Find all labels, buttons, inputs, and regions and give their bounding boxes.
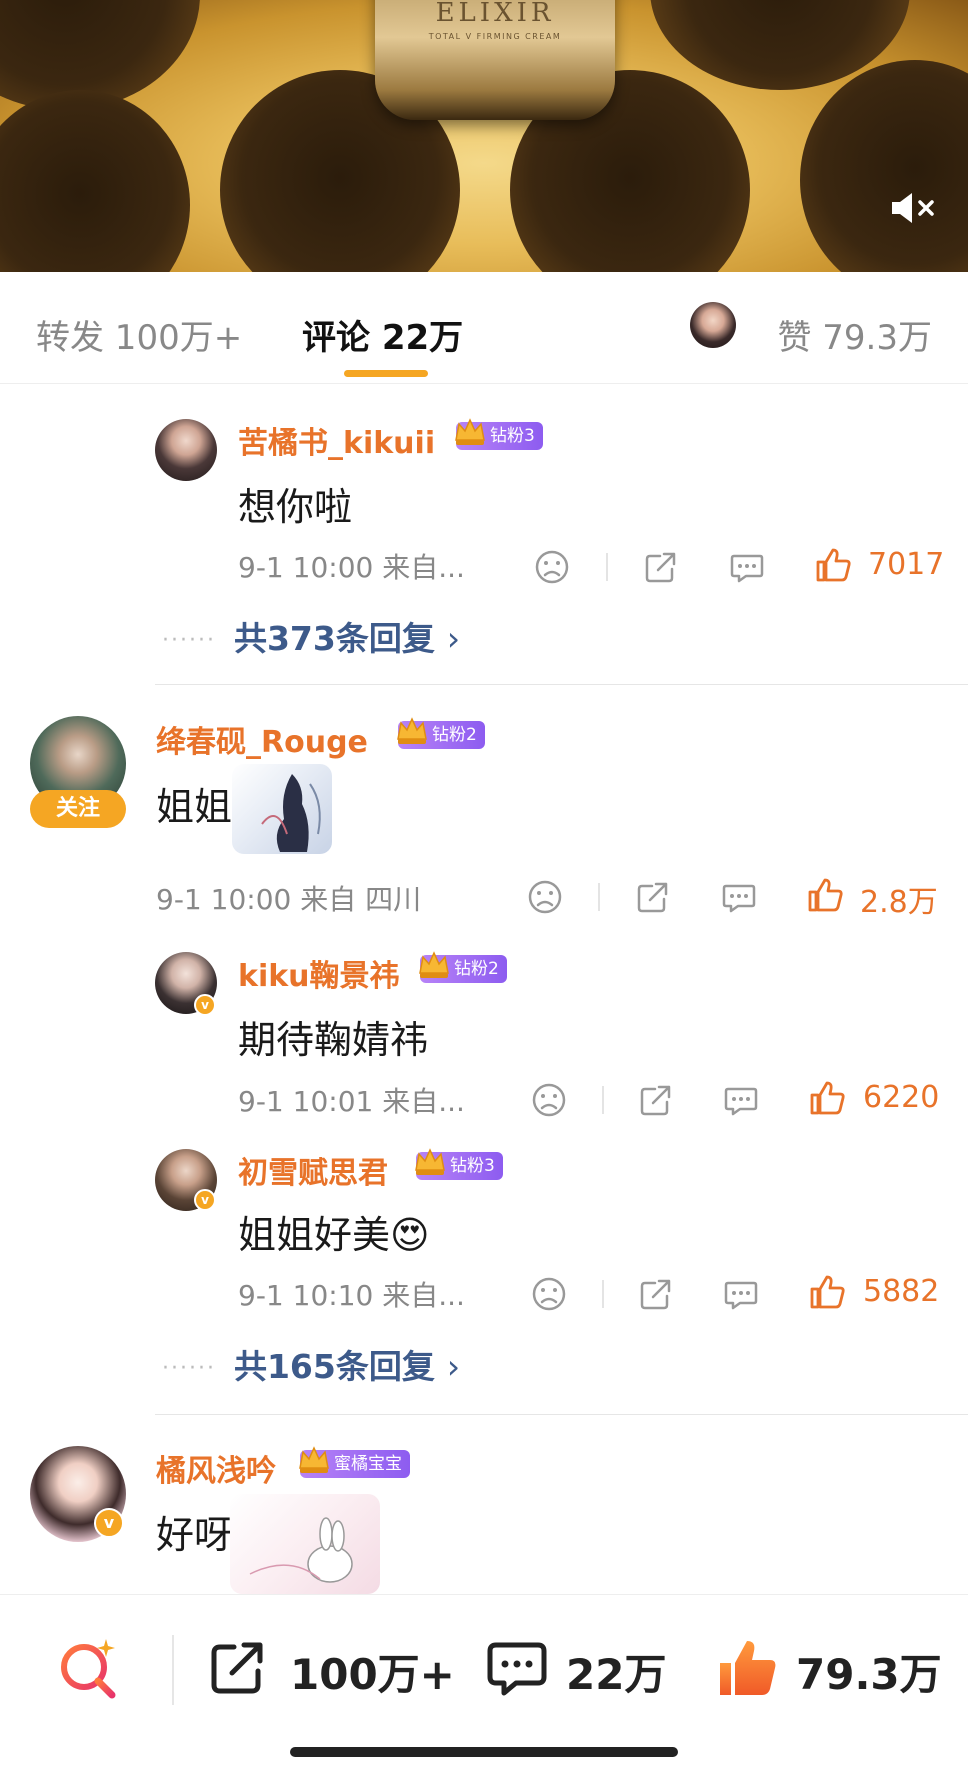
like-icon[interactable] [814, 546, 852, 584]
chevron-right-icon: › [446, 1347, 461, 1386]
tab-repost[interactable]: 转发 100万+ [36, 310, 242, 359]
more-replies-link[interactable]: ······ 共165条回复 › [162, 1340, 460, 1388]
fan-badge: 蜜橘宝宝 [299, 1446, 410, 1478]
repost-count[interactable]: 100万+ [290, 1641, 455, 1702]
comment-icon[interactable] [486, 1637, 548, 1699]
dislike-face-icon[interactable] [530, 1275, 568, 1313]
fan-badge: 钻粉3 [455, 418, 543, 450]
separator [155, 684, 968, 685]
sticker-image [230, 1494, 380, 1594]
thread-dots: ······ [162, 1356, 216, 1381]
tab-likes[interactable]: 赞 79.3万 [777, 310, 932, 359]
chevron-right-icon: › [446, 619, 461, 658]
active-tab-indicator [344, 370, 428, 377]
more-replies-label: 共165条回复 [233, 1347, 435, 1386]
comment-icon[interactable] [720, 878, 758, 916]
dislike-face-icon[interactable] [530, 1081, 568, 1119]
share-icon[interactable] [634, 878, 672, 916]
comment-text: 想你啦 [238, 485, 353, 529]
liker-avatar [690, 302, 736, 348]
fan-badge: 钻粉2 [419, 951, 507, 983]
share-icon[interactable] [642, 548, 680, 586]
comment-author[interactable]: 绛春砚_Rouge [156, 717, 368, 761]
comment-author[interactable]: 初雪赋思君 [238, 1148, 388, 1192]
divider [602, 1280, 604, 1308]
separator [155, 1414, 968, 1415]
dislike-face-icon[interactable] [533, 548, 571, 586]
fan-badge-label: 钻粉2 [432, 725, 477, 745]
tab-bar: 转发 100万+ 评论 22万 赞 79.3万 [0, 272, 968, 384]
repost-icon[interactable] [206, 1637, 268, 1699]
more-replies-link[interactable]: ······ 共373条回复 › [162, 612, 460, 660]
fan-badge-label: 钻粉3 [450, 1156, 495, 1176]
comment-icon[interactable] [722, 1275, 760, 1313]
divider [172, 1635, 174, 1705]
bokeh-circle [800, 60, 968, 272]
fan-badge-label: 蜜橘宝宝 [334, 1454, 402, 1474]
mute-icon[interactable] [890, 190, 940, 226]
share-icon[interactable] [637, 1081, 675, 1119]
divider [606, 553, 608, 581]
comment-text: 姐姐 [156, 785, 233, 829]
tab-comments[interactable]: 评论 22万 [302, 310, 463, 359]
like-icon[interactable] [808, 1273, 846, 1311]
bottom-action-bar: 100万+ 22万 79.3万 [0, 1594, 968, 1773]
divider [602, 1086, 604, 1114]
heart-eyes-emoji: 😍 [390, 1213, 430, 1257]
fan-badge-label: 钻粉3 [490, 426, 535, 446]
like-count[interactable]: 79.3万 [796, 1641, 942, 1702]
comment-text-body: 姐姐好美 [238, 1213, 391, 1257]
avatar[interactable] [155, 419, 217, 481]
comment-meta: 9-1 10:00 来自... [238, 551, 465, 584]
like-count: 6220 [863, 1080, 940, 1115]
comment-list: 苦橘书_kikuii 钻粉3 想你啦 9-1 10:00 来自... 7017 … [0, 384, 968, 1594]
verified-icon: v [194, 1189, 216, 1211]
thread-dots: ······ [162, 628, 216, 653]
dislike-face-icon[interactable] [526, 878, 564, 916]
follow-button[interactable]: 关注 [30, 790, 126, 828]
bokeh-circle [0, 90, 190, 272]
crown-icon [455, 418, 485, 445]
super-search-icon[interactable] [54, 1635, 122, 1703]
share-icon[interactable] [637, 1275, 675, 1313]
comment-text: 姐姐好美😍 [238, 1204, 430, 1259]
video-player[interactable]: ELIXIR TOTAL V FIRMING CREAM [0, 0, 968, 272]
comment-icon[interactable] [728, 548, 766, 586]
like-count: 5882 [863, 1274, 940, 1309]
fan-badge: 钻粉3 [415, 1148, 503, 1180]
comment-author[interactable]: kiku鞠景祎 [238, 951, 400, 995]
more-replies-label: 共373条回复 [233, 619, 435, 658]
crown-icon [299, 1446, 329, 1473]
comment-meta: 9-1 10:10 来自... [238, 1279, 465, 1312]
verified-icon: v [94, 1508, 124, 1538]
like-count: 2.8万 [860, 885, 938, 920]
product-name: TOTAL V FIRMING CREAM [428, 32, 562, 41]
like-icon[interactable] [808, 1079, 846, 1117]
fan-badge: 钻粉2 [397, 717, 485, 749]
sticker-image [232, 764, 332, 854]
verified-icon: v [194, 994, 216, 1016]
comment-author[interactable]: 苦橘书_kikuii [238, 418, 435, 462]
crown-icon [397, 717, 427, 744]
fan-badge-label: 钻粉2 [454, 959, 499, 979]
crown-icon [415, 1148, 445, 1175]
comment-meta: 9-1 10:01 来自... [238, 1085, 465, 1118]
comment-count[interactable]: 22万 [566, 1641, 666, 1702]
product-bottle: ELIXIR TOTAL V FIRMING CREAM [375, 0, 615, 120]
comment-author[interactable]: 橘风浅吟 [156, 1446, 276, 1490]
product-brand: ELIXIR [435, 0, 555, 28]
like-icon[interactable] [806, 876, 844, 914]
home-indicator [290, 1747, 678, 1757]
comment-text-body: 好呀 [156, 1513, 233, 1557]
comment-icon[interactable] [722, 1081, 760, 1119]
crown-icon [419, 951, 449, 978]
like-count: 7017 [868, 547, 945, 582]
comment-text: 期待鞠婧祎 [238, 1018, 429, 1062]
like-icon[interactable] [716, 1637, 778, 1699]
divider [598, 883, 600, 911]
comment-meta: 9-1 10:00 来自 四川 [156, 883, 422, 916]
